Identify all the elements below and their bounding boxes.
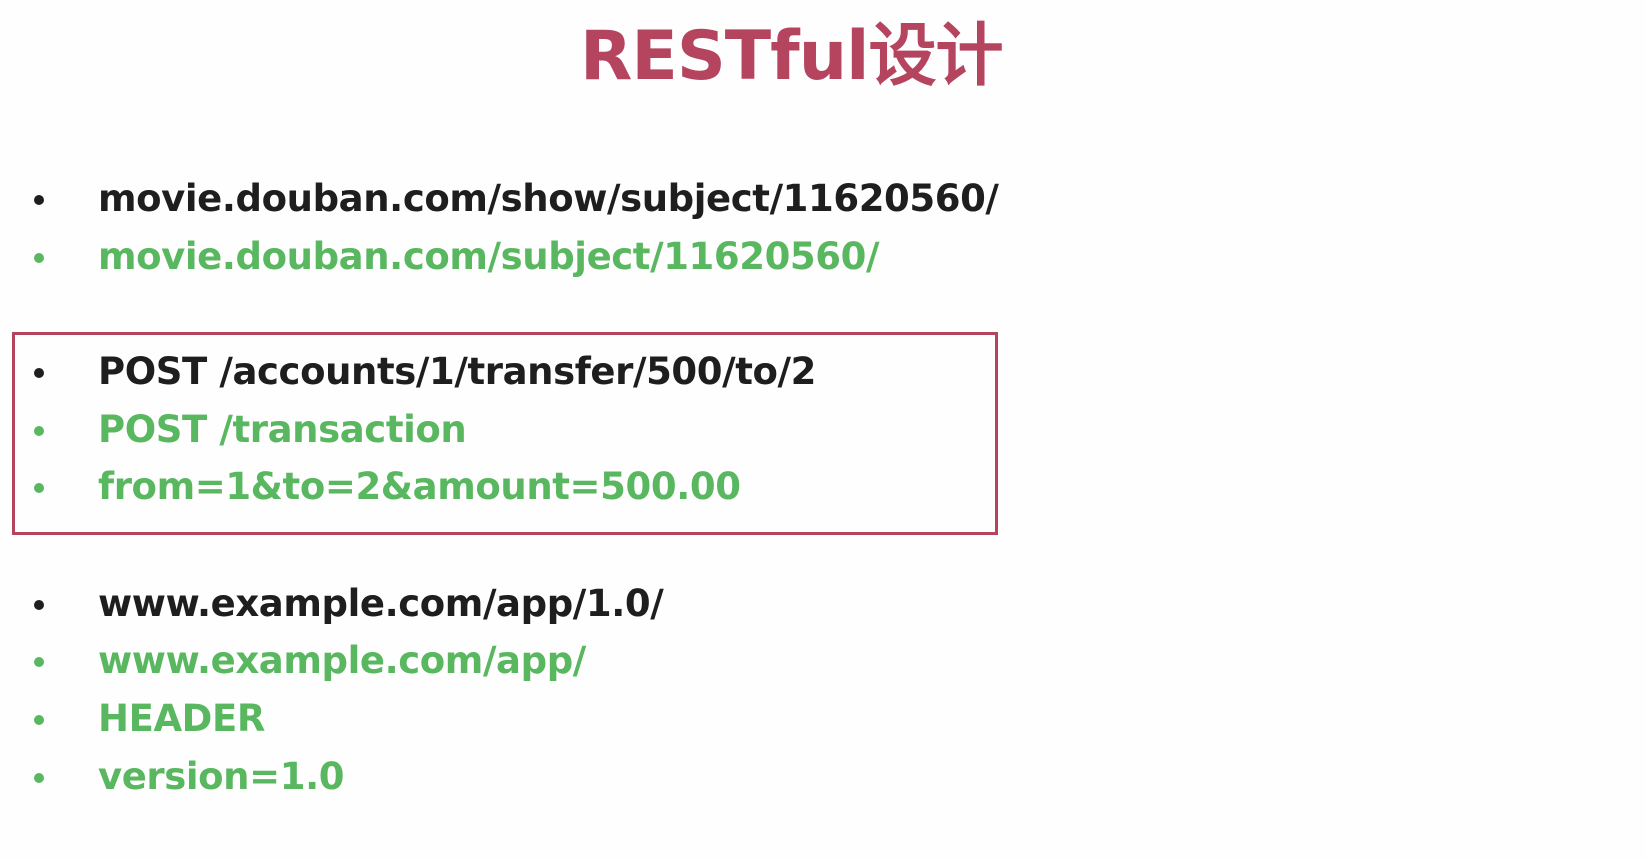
bullet-icon bbox=[34, 715, 44, 725]
bullet-text: from=1&to=2&amount=500.00 bbox=[98, 465, 741, 508]
bullet-icon bbox=[34, 600, 44, 610]
bullet-text: POST /transaction bbox=[98, 408, 467, 451]
bullet-icon bbox=[34, 657, 44, 667]
bullet-text: movie.douban.com/show/subject/11620560/ bbox=[98, 177, 999, 220]
bullet-icon bbox=[34, 426, 44, 436]
bullet-icon bbox=[34, 483, 44, 493]
bullet-icon bbox=[34, 773, 44, 783]
bullet-text: movie.douban.com/subject/11620560/ bbox=[98, 235, 880, 278]
bullet-text: version=1.0 bbox=[98, 755, 345, 798]
bullet-icon bbox=[34, 368, 44, 378]
bullet-text: POST /accounts/1/transfer/500/to/2 bbox=[98, 350, 816, 393]
bullet-text: www.example.com/app/1.0/ bbox=[98, 582, 664, 625]
bullet-text: HEADER bbox=[98, 697, 265, 740]
slide-title: RESTful设计 bbox=[580, 17, 1003, 96]
bullet-icon bbox=[34, 195, 44, 205]
bullet-text: www.example.com/app/ bbox=[98, 639, 586, 682]
bullet-icon bbox=[34, 253, 44, 263]
